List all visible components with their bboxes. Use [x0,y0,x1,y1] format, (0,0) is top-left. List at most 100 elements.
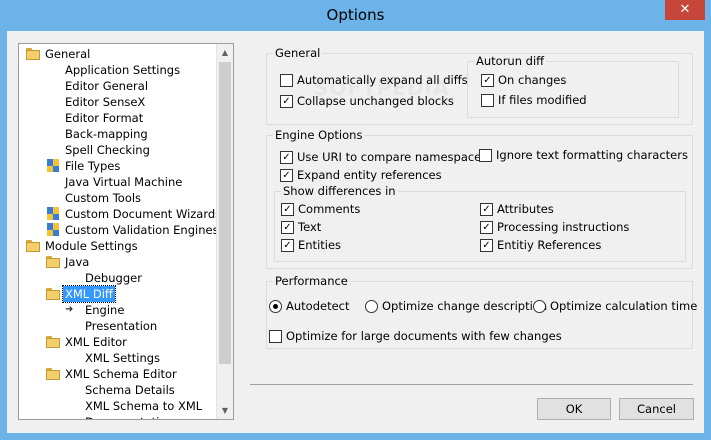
tree-scrollbar[interactable]: ▲ ▼ [216,44,233,419]
tree-item[interactable]: Module Settings [19,238,217,254]
tree-item-label: Editor SenseX [65,95,146,109]
opt-change-dot[interactable] [365,300,378,313]
shield-icon [45,223,61,237]
entities-box[interactable]: ✓ [281,239,294,252]
general-group-label: General [273,46,323,60]
expand-diffs-label: Automatically expand all diffs [297,73,468,87]
autodetect-dot[interactable] [269,300,282,313]
on-changes-label: On changes [498,73,567,87]
expand-diffs-box[interactable] [280,74,293,87]
performance-group: Performance Autodetect Optimize change d… [266,274,697,349]
performance-label: Performance [273,274,350,288]
tree-item[interactable]: XML Schema to XML [19,398,217,414]
opt-calc-dot[interactable] [533,300,546,313]
tree-item-label: Presentation [85,319,158,333]
tree-item[interactable]: Custom Validation Engines [19,222,219,238]
processing-box[interactable]: ✓ [480,221,493,234]
opt-calc-label: Optimize calculation time [550,299,698,313]
options-window: Options ✕ General Application Settings Edi… [0,0,711,440]
tree-item[interactable]: Debugger [19,270,217,286]
attributes-box[interactable]: ✓ [480,203,493,216]
processing-label: Processing instructions [497,220,630,234]
tree-item[interactable]: Java [19,254,217,270]
opt-change-label: Optimize change description [382,299,548,313]
tree-item-label: Java [65,255,90,269]
tree-item[interactable]: Custom Document Wizards [19,206,221,222]
tree-item[interactable]: Editor General [19,78,217,94]
tree-item[interactable]: XML Schema Editor [19,366,217,382]
if-modified-label: If files modified [498,93,587,107]
attributes-label: Attributes [497,202,554,216]
engine-options-label: Engine Options [273,128,365,142]
folder-open-icon [25,47,41,61]
tree-item-label: XML Settings [85,351,161,365]
options-tree[interactable]: General Application Settings Editor Genera… [18,43,234,420]
folder-open-icon [45,367,61,381]
tree-item-label: Java Virtual Machine [65,175,183,189]
cancel-button[interactable]: Cancel [619,398,694,420]
scroll-up-icon[interactable]: ▲ [217,44,233,61]
tree-item-label: Editor General [65,79,149,93]
collapse-blocks-box[interactable]: ✓ [280,95,293,108]
tree-item[interactable]: XML Settings [19,350,217,366]
engine-options-group: Engine Options ✓ Use URI to compare name… [266,128,693,269]
comments-label: Comments [298,202,361,216]
window-title: Options [326,6,385,24]
entity-refs-box[interactable]: ✓ [480,239,493,252]
tree-item[interactable]: Java Virtual Machine [19,174,217,190]
tree-item[interactable]: Application Settings [19,62,217,78]
tree-item[interactable]: ➜ Engine [19,302,217,318]
tree-item-label: Custom Tools [65,191,142,205]
ok-button[interactable]: OK [537,398,611,420]
tree-item[interactable]: Custom Tools [19,190,217,206]
autodetect-label: Autodetect [286,299,350,313]
dialog-client: General Application Settings Editor Genera… [7,31,704,433]
tree-item[interactable]: Documentation [19,414,217,419]
footer-separator [250,384,693,385]
on-changes-box[interactable]: ✓ [481,74,494,87]
tree-item-label: XML Editor [65,335,127,349]
use-uri-box[interactable]: ✓ [280,151,293,164]
show-differences-group: Show differences in ✓ Comments ✓ Attribu… [274,184,686,262]
tree-item-label: General [45,47,91,61]
text-box[interactable]: ✓ [281,221,294,234]
tree-item[interactable]: XML Editor [19,334,217,350]
tree-item[interactable]: General [19,46,217,62]
opt-large-label: Optimize for large documents with few ch… [286,329,562,343]
scroll-thumb[interactable] [219,62,231,364]
folder-open-icon [45,255,61,269]
tree-item-label: XML Schema to XML [85,399,203,413]
if-modified-box[interactable] [481,94,494,107]
tree-item[interactable]: Presentation [19,318,217,334]
tree-item[interactable]: Schema Details [19,382,217,398]
ignore-formatting-label: Ignore text formatting characters [496,148,688,162]
tree-item[interactable]: Editor SenseX [19,94,217,110]
tree-item-label: File Types [65,159,121,173]
tree-item-label: XML Diff [62,285,116,303]
close-button[interactable]: ✕ [665,0,705,20]
tree-item-label: Custom Document Wizards [65,207,222,221]
tree-item-label: Custom Validation Engines [65,223,219,237]
tree-item-label: Module Settings [45,239,138,253]
folder-open-icon [45,335,61,349]
autorun-group-label: Autorun diff [474,54,547,68]
title-bar[interactable]: Options ✕ [0,0,711,31]
tree-item-label: Application Settings [65,63,181,77]
tree-item-label: Schema Details [85,383,175,397]
general-group: General Automatically expand all diffs ✓… [266,46,693,125]
arrow-icon: ➜ [65,304,74,315]
opt-large-box[interactable] [269,330,282,343]
comments-box[interactable]: ✓ [281,203,294,216]
tree-item[interactable]: File Types [19,158,217,174]
expand-entity-box[interactable]: ✓ [280,169,293,182]
tree-item[interactable]: XML Diff [19,285,217,303]
shield-icon [45,207,61,221]
tree-item[interactable]: Back-mapping [19,126,217,142]
collapse-blocks-label: Collapse unchanged blocks [297,94,454,108]
tree-item[interactable]: Spell Checking [19,142,217,158]
scroll-down-icon[interactable]: ▼ [217,402,233,419]
tree-item[interactable]: Editor Format [19,110,217,126]
expand-entity-label: Expand entity references [297,168,442,182]
ignore-formatting-box[interactable] [479,149,492,162]
tree-item-label: Back-mapping [65,127,148,141]
